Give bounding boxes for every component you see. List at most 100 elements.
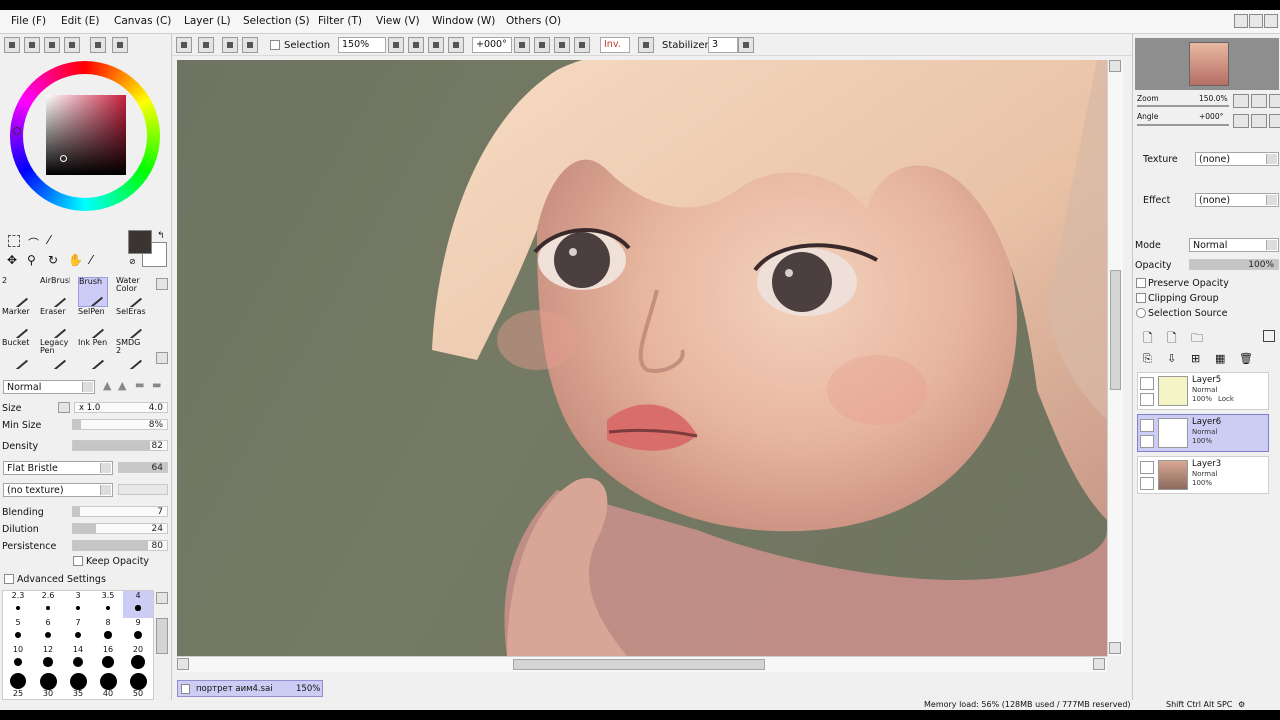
redo-icon[interactable] <box>242 37 258 53</box>
invert-button[interactable]: Inv. <box>600 37 630 53</box>
brush-size-cell[interactable]: 6 <box>33 618 63 645</box>
nav-zoom-in-icon[interactable] <box>1251 94 1267 108</box>
zoom-field[interactable]: 150% <box>338 37 386 53</box>
tool-scroll-down-icon[interactable] <box>156 352 168 364</box>
layer-row[interactable]: Layer6 Normal 100% <box>1137 414 1269 452</box>
tool-ink-pen[interactable]: Ink Pen <box>78 339 108 369</box>
sv-cursor[interactable] <box>60 155 67 162</box>
brush-size-cell[interactable]: 5 <box>3 618 33 645</box>
menu-layer[interactable]: Layer (L) <box>184 15 231 27</box>
rgb-slider-mode-icon[interactable] <box>24 37 40 53</box>
menu-others[interactable]: Others (O) <box>506 15 561 27</box>
visibility-eye-icon[interactable] <box>1140 461 1154 474</box>
vertical-scrollbar[interactable] <box>1107 60 1123 656</box>
brush-size-cell[interactable]: 3 <box>63 591 93 618</box>
tool-scroll-up-icon[interactable] <box>156 278 168 290</box>
brush-size-cell[interactable]: 2.3 <box>3 591 33 618</box>
brush-size-cell[interactable]: 40 <box>93 672 123 699</box>
eyedropper-icon[interactable]: ⁄ <box>90 253 92 267</box>
brush-texture-select[interactable]: (no texture) <box>3 483 113 497</box>
brush-size-cell[interactable]: 16 <box>93 645 123 672</box>
angle-field[interactable]: +000° <box>472 37 512 53</box>
stabilizer-icon[interactable] <box>638 37 654 53</box>
size-lock-icon[interactable] <box>58 402 70 413</box>
brush-texture-strength[interactable] <box>118 484 168 495</box>
tool-legacy-pen[interactable]: Legacy Pen <box>40 339 70 369</box>
tool-bucket[interactable]: Bucket <box>2 339 32 369</box>
rotate-reset-icon[interactable] <box>554 37 570 53</box>
tool-eraser[interactable]: Eraser <box>40 308 70 338</box>
tool-smdg-2[interactable]: SMDG 2 <box>116 339 146 369</box>
zoom-out-icon[interactable] <box>388 37 404 53</box>
horizontal-scroll-thumb[interactable] <box>513 659 765 670</box>
new-linework-layer-icon[interactable]: 🗋 <box>1167 329 1177 350</box>
zoom-in-icon[interactable] <box>408 37 424 53</box>
size-scroll-thumb[interactable] <box>156 618 168 654</box>
brush-size-cell[interactable]: 10 <box>3 645 33 672</box>
nav-rotate-reset-icon[interactable] <box>1269 114 1280 128</box>
transfer-down-icon[interactable]: ⇩ <box>1167 352 1176 365</box>
texture-select[interactable]: (none) <box>1195 152 1279 166</box>
keep-opacity-checkbox[interactable] <box>73 556 83 566</box>
brush-size-cell[interactable]: 2.6 <box>33 591 63 618</box>
density-slider[interactable]: 82 <box>72 440 168 451</box>
visibility-eye-icon[interactable] <box>1140 419 1154 432</box>
persistence-slider[interactable]: 80 <box>72 540 168 551</box>
color-wheel-mode-icon[interactable] <box>4 37 20 53</box>
brush-size-cell[interactable]: 4 <box>123 591 153 618</box>
layer-opacity-slider[interactable]: 100% <box>1189 259 1279 270</box>
swatches-mode-icon[interactable] <box>64 37 80 53</box>
preserve-opacity-checkbox[interactable] <box>1136 278 1146 288</box>
dilution-slider[interactable]: 24 <box>72 523 168 534</box>
tool-seleras[interactable]: SelEras <box>116 308 146 338</box>
layer-mode-select[interactable]: Normal <box>1189 238 1279 252</box>
rotate-right-icon[interactable] <box>534 37 550 53</box>
nav-zoom-out-icon[interactable] <box>1233 94 1249 108</box>
blend-mode-select[interactable]: Normal <box>3 380 95 394</box>
color-options-icon[interactable] <box>112 37 128 53</box>
tool-2[interactable]: 2 <box>2 277 32 307</box>
horizontal-scrollbar[interactable] <box>177 656 1107 672</box>
advanced-settings-checkbox[interactable] <box>4 574 14 584</box>
brush-shape-sharp-icon[interactable]: ▲ <box>103 379 111 392</box>
settings-icon[interactable]: ⚙ <box>1238 700 1245 709</box>
nav-zoom-slider[interactable] <box>1137 105 1229 107</box>
size-scroll-up-icon[interactable] <box>156 592 168 604</box>
effect-select[interactable]: (none) <box>1195 193 1279 207</box>
hsv-slider-mode-icon[interactable] <box>44 37 60 53</box>
brush-size-cell[interactable]: 20 <box>123 645 153 672</box>
menu-edit[interactable]: Edit (E) <box>61 15 100 27</box>
brush-size-cell[interactable]: 8 <box>93 618 123 645</box>
selection-source-checkbox[interactable] <box>1136 308 1146 318</box>
size-slider[interactable]: x 1.0 4.0 <box>74 402 168 413</box>
rotate-left-icon[interactable] <box>514 37 530 53</box>
document-tab[interactable]: портрет аим4.sai 150% <box>177 680 323 697</box>
zoom-icon[interactable]: ⚲ <box>27 253 36 267</box>
brush-size-cell[interactable]: 30 <box>33 672 63 699</box>
brush-shape-soft-icon[interactable]: ▬ <box>135 380 144 391</box>
menu-file[interactable]: File (F) <box>11 15 46 27</box>
brush-size-cell[interactable]: 7 <box>63 618 93 645</box>
nav-rotate-right-icon[interactable] <box>1251 114 1267 128</box>
hue-cursor[interactable] <box>13 127 21 135</box>
new-layer-icon[interactable]: 🗋 <box>1143 329 1153 350</box>
min-size-slider[interactable]: 8% <box>72 419 168 430</box>
tool-marker[interactable]: Marker <box>2 308 32 338</box>
deselect-icon[interactable] <box>176 37 192 53</box>
tool-water-color[interactable]: Water Color <box>116 277 146 307</box>
scroll-right-icon[interactable] <box>1093 658 1105 670</box>
menu-window[interactable]: Window (W) <box>432 15 495 27</box>
stabilizer-dropdown-icon[interactable] <box>738 37 754 53</box>
hand-icon[interactable]: ✋ <box>68 253 83 267</box>
menu-filter[interactable]: Filter (T) <box>318 15 362 27</box>
brush-shape-strength[interactable]: 64 <box>118 462 168 473</box>
brush-lock-icon[interactable] <box>1140 435 1154 448</box>
foreground-color-swatch[interactable] <box>128 230 152 254</box>
undo-icon[interactable] <box>222 37 238 53</box>
navigator-preview[interactable] <box>1135 38 1279 90</box>
copy-layer-icon[interactable]: ⎘ <box>1143 352 1152 366</box>
layer-row[interactable]: Layer5 Normal 100% Lock <box>1137 372 1269 410</box>
close-button[interactable] <box>1264 14 1278 28</box>
swap-colors-icon[interactable]: ↰ <box>157 231 165 241</box>
brush-size-cell[interactable]: 50 <box>123 672 153 699</box>
